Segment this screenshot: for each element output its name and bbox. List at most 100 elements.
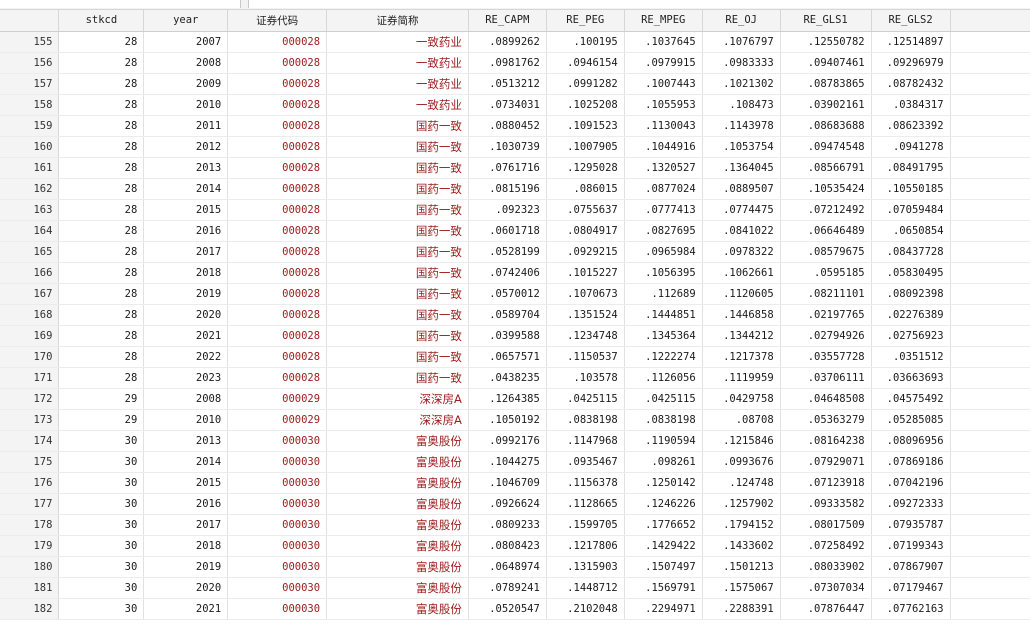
- table-cell[interactable]: 2010: [143, 409, 229, 431]
- table-cell[interactable]: 000028: [227, 325, 328, 347]
- table-cell[interactable]: 000030: [227, 598, 328, 620]
- table-cell[interactable]: .1030739: [468, 136, 547, 158]
- column-header[interactable]: RE_PEG: [546, 10, 625, 32]
- table-cell[interactable]: .1794152: [702, 514, 781, 536]
- table-cell[interactable]: 一致药业: [326, 31, 469, 53]
- row-number[interactable]: 176: [0, 472, 60, 494]
- table-cell[interactable]: 28: [58, 136, 145, 158]
- table-cell[interactable]: 000030: [227, 535, 328, 557]
- table-cell[interactable]: 000030: [227, 556, 328, 578]
- table-cell[interactable]: .1246226: [624, 493, 703, 515]
- table-cell[interactable]: .09407461: [780, 52, 872, 74]
- table-cell[interactable]: .0589704: [468, 304, 547, 326]
- table-cell[interactable]: .1444851: [624, 304, 703, 326]
- row-number[interactable]: 171: [0, 367, 60, 389]
- table-cell[interactable]: 2017: [143, 514, 229, 536]
- table-cell[interactable]: .07307034: [780, 577, 872, 599]
- table-cell[interactable]: .02276389: [871, 304, 951, 326]
- row-number[interactable]: 168: [0, 304, 60, 326]
- table-cell[interactable]: .1062661: [702, 262, 781, 284]
- table-cell[interactable]: 28: [58, 178, 145, 200]
- table-cell[interactable]: .0789241: [468, 577, 547, 599]
- table-cell[interactable]: 30: [58, 535, 145, 557]
- table-cell[interactable]: .1055953: [624, 94, 703, 116]
- table-cell[interactable]: 2015: [143, 472, 229, 494]
- table-cell[interactable]: .1150537: [546, 346, 625, 368]
- table-cell[interactable]: .1446858: [702, 304, 781, 326]
- column-header[interactable]: 证券简称: [326, 10, 469, 32]
- table-cell[interactable]: 国药一致: [326, 157, 469, 179]
- table-cell[interactable]: 30: [58, 577, 145, 599]
- table-cell[interactable]: .092323: [468, 199, 547, 221]
- table-cell[interactable]: .0438235: [468, 367, 547, 389]
- table-cell[interactable]: .07867907: [871, 556, 951, 578]
- table-cell[interactable]: 28: [58, 52, 145, 74]
- table-cell[interactable]: .1257902: [702, 493, 781, 515]
- table-cell[interactable]: 000028: [227, 367, 328, 389]
- table-cell[interactable]: .0991282: [546, 73, 625, 95]
- table-cell[interactable]: .1215846: [702, 430, 781, 452]
- table-cell[interactable]: .07042196: [871, 472, 951, 494]
- table-cell[interactable]: .0965984: [624, 241, 703, 263]
- table-cell[interactable]: .1053754: [702, 136, 781, 158]
- table-cell[interactable]: 2017: [143, 241, 229, 263]
- table-cell[interactable]: 000030: [227, 472, 328, 494]
- table-cell[interactable]: 2019: [143, 283, 229, 305]
- table-cell[interactable]: .108473: [702, 94, 781, 116]
- table-cell[interactable]: 2016: [143, 493, 229, 515]
- table-cell[interactable]: .1044275: [468, 451, 547, 473]
- table-cell[interactable]: .0880452: [468, 115, 547, 137]
- table-cell[interactable]: 30: [58, 514, 145, 536]
- table-cell[interactable]: .02756923: [871, 325, 951, 347]
- row-number[interactable]: 158: [0, 94, 60, 116]
- column-header[interactable]: 证券代码: [227, 10, 328, 32]
- row-number-header[interactable]: [0, 10, 60, 32]
- table-cell[interactable]: .08164238: [780, 430, 872, 452]
- table-cell[interactable]: .0777413: [624, 199, 703, 221]
- table-cell[interactable]: 2016: [143, 220, 229, 242]
- table-cell[interactable]: .0841022: [702, 220, 781, 242]
- table-cell[interactable]: .0399588: [468, 325, 547, 347]
- table-cell[interactable]: .07212492: [780, 199, 872, 221]
- table-cell[interactable]: .1222274: [624, 346, 703, 368]
- table-cell[interactable]: 一致药业: [326, 52, 469, 74]
- table-cell[interactable]: .07059484: [871, 199, 951, 221]
- table-cell[interactable]: 000028: [227, 262, 328, 284]
- table-cell[interactable]: .1091523: [546, 115, 625, 137]
- table-cell[interactable]: .1345364: [624, 325, 703, 347]
- table-cell[interactable]: .2288391: [702, 598, 781, 620]
- table-cell[interactable]: .1128665: [546, 493, 625, 515]
- table-cell[interactable]: .0979915: [624, 52, 703, 74]
- table-cell[interactable]: 000029: [227, 388, 328, 410]
- table-cell[interactable]: .0838198: [546, 409, 625, 431]
- table-cell[interactable]: .1315903: [546, 556, 625, 578]
- table-cell[interactable]: .0595185: [780, 262, 872, 284]
- row-number[interactable]: 169: [0, 325, 60, 347]
- table-cell[interactable]: .0981762: [468, 52, 547, 74]
- table-cell[interactable]: .1575067: [702, 577, 781, 599]
- table-cell[interactable]: .1143978: [702, 115, 781, 137]
- table-cell[interactable]: 000028: [227, 115, 328, 137]
- table-cell[interactable]: .100195: [546, 31, 625, 53]
- table-cell[interactable]: 深深房A: [326, 409, 469, 431]
- table-cell[interactable]: .103578: [546, 367, 625, 389]
- table-cell[interactable]: .0926624: [468, 493, 547, 515]
- table-cell[interactable]: .08017509: [780, 514, 872, 536]
- table-cell[interactable]: 28: [58, 199, 145, 221]
- table-cell[interactable]: 30: [58, 556, 145, 578]
- table-cell[interactable]: 000030: [227, 451, 328, 473]
- table-cell[interactable]: 2014: [143, 451, 229, 473]
- table-cell[interactable]: .1264385: [468, 388, 547, 410]
- table-cell[interactable]: .07929071: [780, 451, 872, 473]
- table-cell[interactable]: 国药一致: [326, 262, 469, 284]
- table-cell[interactable]: .0650854: [871, 220, 951, 242]
- table-cell[interactable]: 国药一致: [326, 199, 469, 221]
- table-cell[interactable]: .1130043: [624, 115, 703, 137]
- table-cell[interactable]: .1147968: [546, 430, 625, 452]
- table-cell[interactable]: .1037645: [624, 31, 703, 53]
- table-cell[interactable]: .07179467: [871, 577, 951, 599]
- table-cell[interactable]: .0429758: [702, 388, 781, 410]
- table-cell[interactable]: .1448712: [546, 577, 625, 599]
- table-cell[interactable]: 2008: [143, 388, 229, 410]
- table-cell[interactable]: 30: [58, 493, 145, 515]
